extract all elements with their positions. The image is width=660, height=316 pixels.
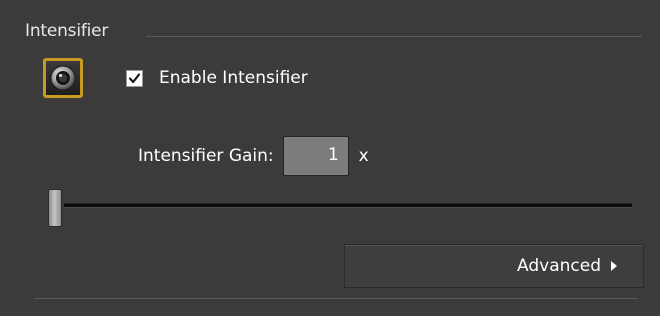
camera-button[interactable]: [43, 58, 83, 98]
intensifier-gain-row: Intensifier Gain: x: [138, 136, 369, 176]
gain-unit-label: x: [358, 146, 369, 166]
camera-lens-icon: [50, 65, 76, 91]
enable-intensifier-checkbox[interactable]: [126, 69, 143, 87]
checkmark-icon: [128, 72, 141, 83]
intensifier-panel: Intensifier Enable Intensifier Intensifi…: [6, 4, 654, 312]
group-divider: [146, 36, 642, 37]
gain-slider-track[interactable]: [64, 203, 632, 208]
advanced-button-label: Advanced: [517, 256, 601, 276]
intensifier-gain-label: Intensifier Gain:: [138, 146, 274, 166]
intensifier-gain-input[interactable]: [282, 136, 349, 176]
advanced-button[interactable]: Advanced: [344, 244, 644, 288]
enable-intensifier-row: Enable Intensifier: [126, 68, 308, 88]
chevron-right-icon: [611, 261, 617, 271]
bottom-divider: [34, 298, 638, 299]
enable-intensifier-label[interactable]: Enable Intensifier: [159, 68, 308, 88]
group-title: Intensifier: [25, 21, 109, 41]
gain-slider-thumb[interactable]: [48, 189, 62, 227]
